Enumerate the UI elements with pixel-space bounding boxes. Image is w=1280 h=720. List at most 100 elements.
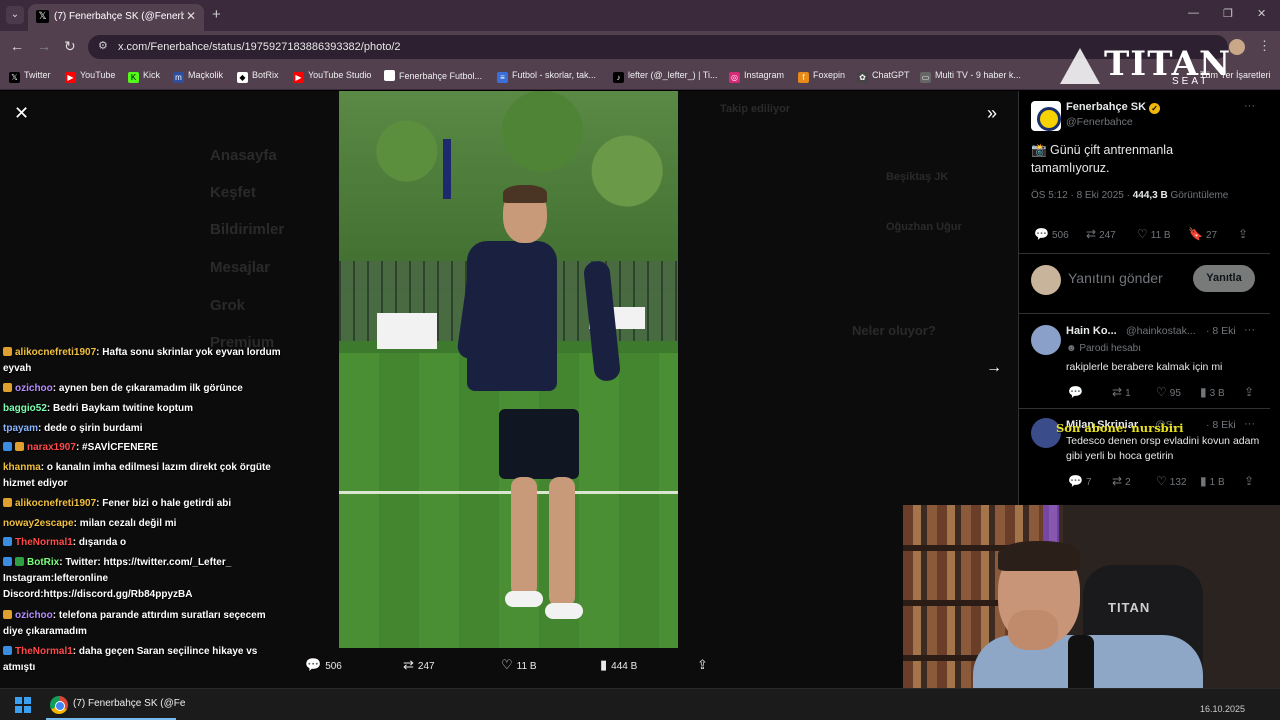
bookmark-botrix[interactable]: ◆ BotRix: [237, 70, 279, 83]
reply-time: · 8 Eki: [1206, 419, 1236, 431]
tweet-bookmark-button[interactable]: 🔖 27: [1188, 227, 1217, 241]
globe-icon: [384, 70, 395, 81]
photo-retweet-button[interactable]: ⇄ 247: [403, 657, 435, 673]
bookmark-kick[interactable]: K Kick: [128, 70, 160, 83]
tweet-like-button[interactable]: ♡ 11 B: [1137, 227, 1171, 241]
retweet-icon: ⇄: [1112, 385, 1123, 399]
photo-reply-button[interactable]: 💬 506: [305, 657, 342, 673]
bookmark-futbol[interactable]: ≡ Futbol - skorlar, tak...: [497, 70, 596, 83]
bookmark-icon: 🔖: [1188, 227, 1203, 241]
close-viewer-icon[interactable]: ✕: [14, 103, 29, 124]
author-name[interactable]: Fenerbahçe SK ✓: [1066, 101, 1161, 114]
titan-triangle-icon: [1060, 48, 1100, 84]
back-icon[interactable]: ←: [10, 38, 24, 54]
profile-avatar[interactable]: [1229, 39, 1245, 55]
address-bar[interactable]: ⚙ x.com/Fenerbahce/status/19759271838863…: [88, 35, 1228, 59]
photo-like-button[interactable]: ♡ 11 B: [501, 657, 537, 673]
bookmark-tiktok[interactable]: ♪ lefter (@_lefter_) | Ti...: [613, 70, 718, 83]
parody-mask-icon: ☻: [1066, 343, 1080, 354]
bookmark-fenerbahce[interactable]: Fenerbahçe Futbol...: [384, 70, 482, 81]
new-tab-icon[interactable]: +: [212, 6, 221, 23]
tweet-more-icon[interactable]: ···: [1244, 100, 1255, 112]
taskbar-window-title[interactable]: (7) Fenerbahçe SK (@Fe: [73, 698, 185, 709]
reply-input[interactable]: Yanıtını gönder: [1068, 270, 1163, 286]
tweet-retweet-button[interactable]: ⇄ 247: [1086, 227, 1116, 241]
browser-menu-icon[interactable]: ⋮: [1258, 38, 1271, 54]
tab-search-icon[interactable]: ⌄: [6, 6, 24, 24]
forward-icon[interactable]: →: [37, 38, 51, 54]
chrome-icon[interactable]: [50, 696, 68, 714]
reply-views-button[interactable]: ▮ 3 B: [1200, 385, 1225, 399]
share-icon: ⇪: [1244, 474, 1255, 488]
tweet-text: 📸 Günü çift antrenmanla tamamlıyoruz.: [1031, 143, 1174, 175]
bookmark-mackolik[interactable]: m Maçkolik: [173, 70, 223, 83]
tweet-share-button[interactable]: ⇪: [1238, 227, 1251, 241]
titan-logo: TITAN SEAT: [1060, 44, 1230, 90]
browser-window: ⌄ 𝕏 (7) Fenerbahçe SK (@Fenerbahçe ✕ + —…: [0, 0, 1280, 688]
reply-share-button[interactable]: ⇪: [1244, 385, 1257, 399]
reply-comment-button[interactable]: 💬 7: [1068, 474, 1092, 488]
windows-start-icon[interactable]: [15, 697, 31, 713]
bookmark-foxepin[interactable]: f Foxepin: [798, 70, 845, 83]
retweet-icon: ⇄: [403, 657, 414, 672]
reload-icon[interactable]: ↻: [64, 38, 76, 55]
share-icon: ⇪: [1244, 385, 1255, 399]
next-photo-icon[interactable]: →: [986, 359, 1002, 377]
reply-submit-button[interactable]: Yanıtla: [1193, 265, 1255, 292]
sub-badge-icon: [3, 498, 12, 507]
heart-icon: ♡: [1137, 227, 1148, 241]
heart-icon: ♡: [1156, 474, 1167, 488]
tab-active[interactable]: 𝕏 (7) Fenerbahçe SK (@Fenerbahçe ✕: [28, 4, 204, 31]
youtube-studio-icon: ▶: [293, 72, 304, 83]
instagram-icon: ◎: [729, 72, 740, 83]
botrix-icon: ◆: [237, 72, 248, 83]
chat-message: noway2escape: milan cezalı değil mi: [3, 518, 177, 529]
foxepin-icon: f: [798, 72, 809, 83]
taskbar-date: 16.10.2025: [1200, 704, 1246, 714]
sub-badge-icon: [3, 347, 12, 356]
fenerbahce-avatar[interactable]: [1031, 101, 1061, 131]
mod-badge-icon: [3, 442, 12, 451]
chat-message: baggio52: Bedri Baykam twitine koptum: [3, 403, 194, 414]
reply-author-name[interactable]: Hain Ko...: [1066, 325, 1117, 337]
reply-views-button[interactable]: ▮ 1 B: [1200, 474, 1225, 488]
reply-more-icon[interactable]: ···: [1244, 324, 1255, 336]
reply-retweet-button[interactable]: ⇄ 1: [1112, 385, 1131, 399]
retweet-icon: ⇄: [1112, 474, 1123, 488]
bookmark-twitter[interactable]: 𝕏 Twitter: [9, 70, 51, 83]
minimize-icon[interactable]: —: [1188, 7, 1199, 19]
tweet-reply-button[interactable]: 💬 506: [1034, 227, 1069, 241]
reply-avatar[interactable]: [1031, 325, 1061, 355]
reply-share-button[interactable]: ⇪: [1244, 474, 1257, 488]
heart-icon: ♡: [501, 657, 513, 672]
reply-author-handle[interactable]: @hainkostak...: [1126, 325, 1196, 337]
bookmark-youtube-studio[interactable]: ▶ YouTube Studio: [293, 70, 371, 83]
expand-panel-icon[interactable]: »: [987, 103, 997, 124]
share-icon: ⇪: [1238, 227, 1249, 241]
views-chart-icon: ▮: [1200, 385, 1207, 399]
flag-icon: [443, 139, 451, 199]
restore-icon[interactable]: ❐: [1223, 7, 1233, 20]
photo-share-button[interactable]: ⇪: [697, 657, 712, 673]
reply-more-icon[interactable]: ···: [1244, 418, 1255, 430]
bookmark-chatgpt[interactable]: ✿ ChatGPT: [857, 70, 910, 83]
window-close-icon[interactable]: ✕: [1257, 7, 1266, 20]
reply-comment-button[interactable]: 💬: [1068, 385, 1086, 399]
reply-like-button[interactable]: ♡ 132: [1156, 474, 1186, 488]
reply-retweet-button[interactable]: ⇄ 2: [1112, 474, 1131, 488]
mackolik-icon: m: [173, 72, 184, 83]
tweet-photo[interactable]: [339, 91, 678, 648]
chat-message: BotRix: Twitter: https://twitter.com/_Le…: [3, 557, 232, 600]
bookmark-multitv[interactable]: ▭ Multi TV - 9 haber k...: [920, 70, 1021, 83]
bookmark-youtube[interactable]: ▶ YouTube: [65, 70, 115, 83]
ghost-besiktas: Beşiktaş JK: [886, 171, 949, 183]
ghost-nav-notifications: Bildirimler: [210, 221, 285, 238]
parody-badge: ☻ Parodi hesabı: [1066, 343, 1142, 354]
my-avatar: [1031, 265, 1061, 295]
tab-close-icon[interactable]: ✕: [186, 9, 196, 23]
photo-views-button[interactable]: ▮ 444 B: [600, 657, 637, 673]
bookmark-instagram[interactable]: ◎ Instagram: [729, 70, 784, 83]
site-info-icon[interactable]: ⚙: [98, 39, 108, 52]
author-handle[interactable]: @Fenerbahce: [1066, 116, 1133, 128]
reply-like-button[interactable]: ♡ 95: [1156, 385, 1181, 399]
